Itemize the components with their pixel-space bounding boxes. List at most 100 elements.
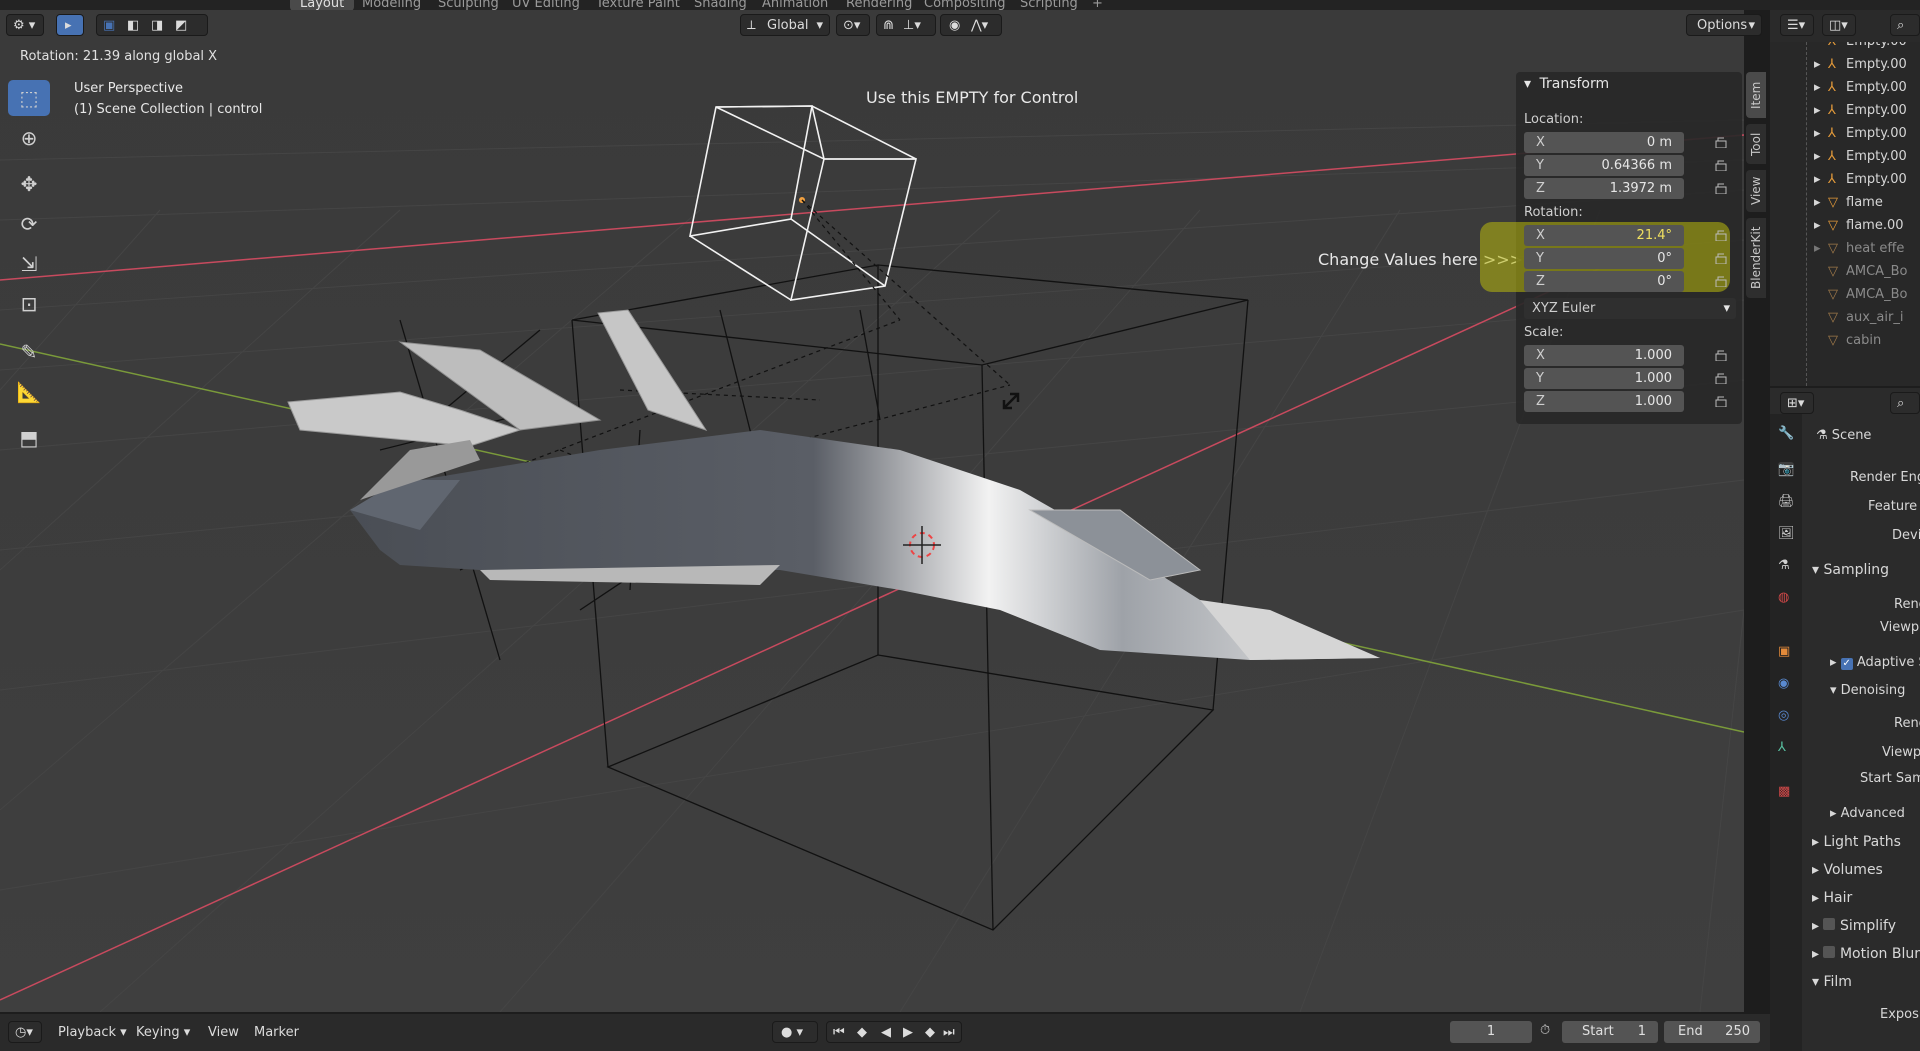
current-frame-field[interactable]: 1	[1450, 1021, 1532, 1043]
tab-view[interactable]: View	[1746, 170, 1766, 212]
location-x-field[interactable]: X 0 m	[1524, 132, 1684, 153]
physics-tab-icon[interactable]: ◎	[1778, 708, 1789, 723]
prev-keyframe-icon[interactable]: ◆	[857, 1022, 867, 1044]
outliner-search-button[interactable]: ⌕	[1890, 14, 1920, 36]
motion-blur-section[interactable]: ▸ Motion Blur	[1812, 946, 1920, 962]
jump-start-icon[interactable]: ⏮	[833, 1022, 845, 1044]
film-section[interactable]: ▾ Film	[1812, 974, 1852, 990]
lock-icon[interactable]	[1714, 182, 1728, 194]
tab-sculpting[interactable]: Sculpting	[438, 0, 499, 10]
constraint-tab-icon[interactable]: ⅄	[1778, 740, 1786, 755]
tab-shading[interactable]: Shading	[694, 0, 747, 10]
measure-tool[interactable]: 📐	[8, 374, 50, 410]
simplify-section[interactable]: ▸ Simplify	[1812, 918, 1896, 934]
outliner-row[interactable]: ▸ ⅄ Empty.00	[1770, 53, 1920, 76]
denoising-section[interactable]: ▾ Denoising	[1830, 683, 1905, 698]
selection-mode-group[interactable]: ▣ ◧ ◨ ◩	[96, 14, 208, 36]
checkbox-icon[interactable]	[1823, 918, 1836, 930]
tab-item[interactable]: Item	[1746, 72, 1766, 118]
outliner-row[interactable]: ▽ cabin	[1770, 329, 1920, 352]
location-y-field[interactable]: Y 0.64366 m	[1524, 155, 1684, 176]
move-tool[interactable]: ✥	[8, 166, 50, 202]
marker-menu[interactable]: Marker	[254, 1022, 299, 1044]
properties-search-button[interactable]: ⌕	[1890, 392, 1920, 414]
end-frame-field[interactable]: End 250	[1664, 1021, 1760, 1043]
outliner-row[interactable]: ▸ ▽ heat effe	[1770, 237, 1920, 260]
sampling-section[interactable]: ▾ Sampling	[1812, 562, 1889, 578]
outliner-row[interactable]: ▸ ▽ flame	[1770, 191, 1920, 214]
display-mode-button[interactable]: ◫▾	[1822, 14, 1856, 36]
scale-z-field[interactable]: Z 1.000	[1524, 391, 1684, 412]
next-keyframe-icon[interactable]: ◆	[925, 1022, 935, 1044]
outliner-row[interactable]: ▽ AMCA_Bo	[1770, 260, 1920, 283]
proportional-edit-group[interactable]: ◉ ⋀▾	[940, 14, 1002, 36]
rotation-x-field[interactable]: X 21.4°	[1524, 225, 1684, 246]
tab-compositing[interactable]: Compositing	[924, 0, 1006, 10]
tab-texture-paint[interactable]: Texture Paint	[596, 0, 680, 10]
start-frame-field[interactable]: Start 1	[1562, 1021, 1658, 1043]
outliner-row[interactable]: ▸ ▽ flame.00	[1770, 214, 1920, 237]
select-box-tool[interactable]: ⬚	[8, 80, 50, 116]
adaptive-sampling-row[interactable]: ▸ ✓ Adaptive S	[1830, 655, 1920, 670]
tab-layout[interactable]: Layout	[290, 0, 355, 10]
select-tool-button[interactable]: ▸	[56, 14, 84, 36]
render-tab-icon[interactable]: 📷	[1778, 462, 1795, 477]
hair-section[interactable]: ▸ Hair	[1812, 890, 1852, 906]
output-tab-icon[interactable]: 🖨	[1778, 494, 1795, 509]
advanced-section[interactable]: ▸ Advanced	[1830, 806, 1905, 821]
scale-y-field[interactable]: Y 1.000	[1524, 368, 1684, 389]
tab-blenderkit[interactable]: BlenderKit	[1746, 218, 1766, 298]
outliner-row[interactable]: ▸ ⅄ Empty.00	[1770, 99, 1920, 122]
keying-menu[interactable]: Keying ▾	[136, 1022, 190, 1044]
outliner-row[interactable]: ▸ ⅄ Empty.00	[1770, 122, 1920, 145]
add-cube-tool[interactable]: ⬒	[8, 420, 50, 456]
outliner-row[interactable]: ▽ AMCA_Bo	[1770, 283, 1920, 306]
rotation-mode-dropdown[interactable]: XYZ Euler ▾	[1524, 298, 1736, 319]
checkbox-icon[interactable]	[1823, 946, 1836, 958]
rotation-y-field[interactable]: Y 0°	[1524, 248, 1684, 269]
tool-tab-icon[interactable]: 🔧	[1778, 426, 1794, 441]
jump-end-icon[interactable]: ⏭	[943, 1022, 955, 1044]
3d-viewport[interactable]	[0, 10, 1744, 1012]
stopwatch-icon[interactable]: ⏱	[1540, 1023, 1550, 1038]
object-tab-icon[interactable]: ▣	[1778, 644, 1790, 659]
cursor-tool[interactable]: ⊕	[8, 120, 50, 156]
location-z-field[interactable]: Z 1.3972 m	[1524, 178, 1684, 199]
lock-icon[interactable]	[1714, 395, 1728, 407]
scene-tab-icon[interactable]: ⚗	[1778, 558, 1790, 573]
play-icon[interactable]: ▶	[903, 1022, 913, 1044]
auto-keying-toggle[interactable]: ● ▾	[772, 1021, 818, 1043]
timeline-editor-type-button[interactable]: ◷▾	[8, 1021, 42, 1043]
checkbox-checked-icon[interactable]: ✓	[1840, 658, 1853, 670]
volumes-section[interactable]: ▸ Volumes	[1812, 862, 1883, 878]
panel-header[interactable]: ▾ Transform	[1524, 76, 1609, 92]
playback-menu[interactable]: Playback ▾	[58, 1022, 127, 1044]
options-button[interactable]: Options ▾	[1686, 14, 1762, 36]
snap-group[interactable]: ⋒ ⊥▾	[876, 14, 936, 36]
outliner-row[interactable]: ▸ ⅄ Empty.00	[1770, 168, 1920, 191]
scale-x-field[interactable]: X 1.000	[1524, 345, 1684, 366]
tab-uv-editing[interactable]: UV Editing	[512, 0, 580, 10]
modifier-tab-icon[interactable]: ◉	[1778, 676, 1789, 691]
tab-add[interactable]: +	[1092, 0, 1103, 10]
tab-scripting[interactable]: Scripting	[1020, 0, 1078, 10]
outliner-row[interactable]: ▸ ⅄ Empty.00	[1770, 76, 1920, 99]
orientation-dropdown[interactable]: ⟂ Global ▾	[740, 14, 830, 36]
lock-icon[interactable]	[1714, 275, 1728, 287]
light-paths-section[interactable]: ▸ Light Paths	[1812, 834, 1901, 850]
texture-tab-icon[interactable]: ▩	[1778, 784, 1790, 799]
tab-rendering[interactable]: Rendering	[846, 0, 912, 10]
lock-icon[interactable]	[1714, 136, 1728, 148]
tab-modeling[interactable]: Modeling	[362, 0, 421, 10]
lock-icon[interactable]	[1714, 252, 1728, 264]
rotate-tool[interactable]: ⟳	[8, 206, 50, 242]
rotation-z-field[interactable]: Z 0°	[1524, 271, 1684, 292]
world-tab-icon[interactable]: ◍	[1778, 590, 1789, 605]
outliner-editor-type-button[interactable]: ☰▾	[1780, 14, 1814, 36]
tab-animation[interactable]: Animation	[762, 0, 828, 10]
lock-icon[interactable]	[1714, 372, 1728, 384]
transform-tool[interactable]: ⊡	[8, 286, 50, 322]
editor-type-button[interactable]: ⚙ ▾	[6, 14, 44, 36]
outliner-row[interactable]: ▸ ⅄ Empty.00	[1770, 145, 1920, 168]
outliner-row[interactable]: ⅄ Empty.00	[1770, 42, 1920, 53]
